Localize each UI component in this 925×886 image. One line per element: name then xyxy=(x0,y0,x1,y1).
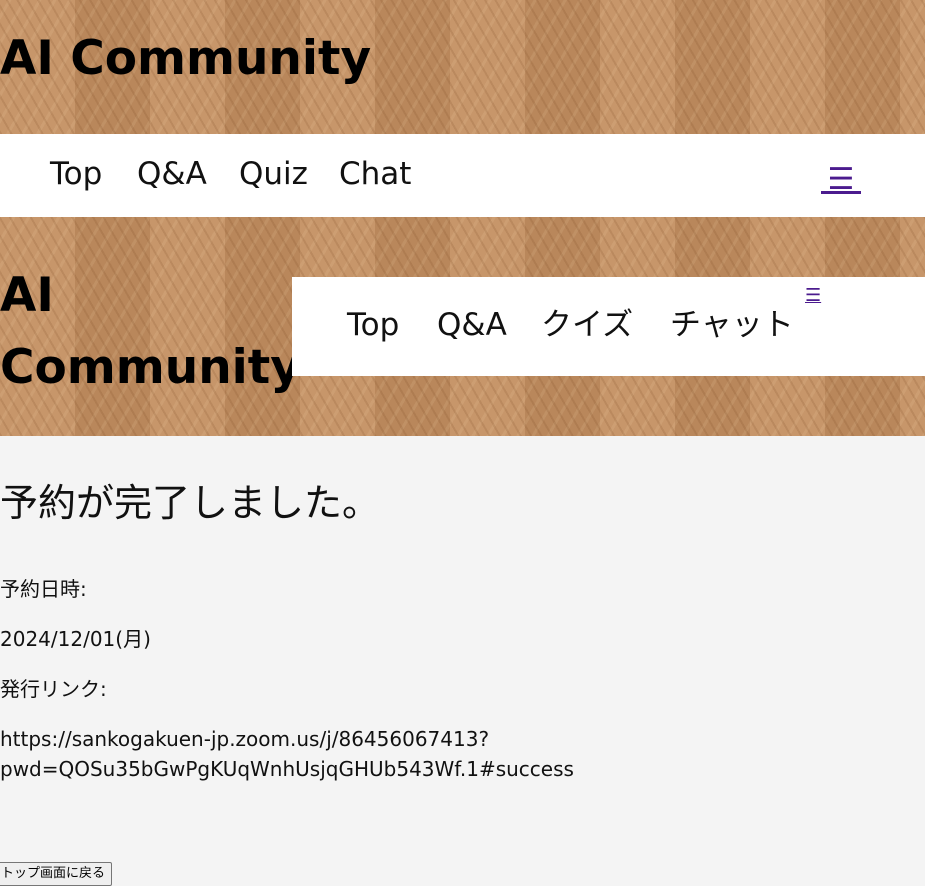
secondary-menu-icon[interactable]: ☰ xyxy=(805,286,821,306)
secondary-site-title: AI Community xyxy=(0,268,301,395)
page-heading: 予約が完了しました。 xyxy=(0,481,381,525)
issued-link-line-2[interactable]: pwd=QOSu35bGwPgKUqWnhUsjqGHUb543Wf.1#suc… xyxy=(0,754,574,784)
nav-link-chat-jp[interactable]: チャット xyxy=(670,305,794,345)
reservation-date-value: 2024/12/01(月) xyxy=(0,627,151,651)
issued-link-line-1[interactable]: https://sankogakuen-jp.zoom.us/j/8645606… xyxy=(0,724,489,754)
reservation-date-label: 予約日時: xyxy=(0,577,87,601)
nav-link-quiz[interactable]: Quiz xyxy=(239,156,308,192)
top-navigation: Top Q&A Quiz Chat xyxy=(0,134,925,217)
nav-link-top-jp[interactable]: Top xyxy=(347,305,399,345)
nav-link-qa[interactable]: Q&A xyxy=(137,156,207,192)
nav-link-top[interactable]: Top xyxy=(50,156,102,192)
menu-underline xyxy=(821,191,861,194)
menu-icon[interactable]: ☰ xyxy=(821,165,861,195)
nav-link-chat[interactable]: Chat xyxy=(339,156,411,192)
secondary-navigation: Top Q&A クイズ チャット xyxy=(292,277,925,376)
issued-link-label: 発行リンク: xyxy=(0,677,107,701)
nav-link-quiz-jp[interactable]: クイズ xyxy=(541,305,633,345)
back-to-top-button[interactable]: トップ画面に戻る xyxy=(0,862,113,886)
site-title: AI Community xyxy=(0,31,372,86)
nav-link-qa-jp[interactable]: Q&A xyxy=(437,305,507,345)
